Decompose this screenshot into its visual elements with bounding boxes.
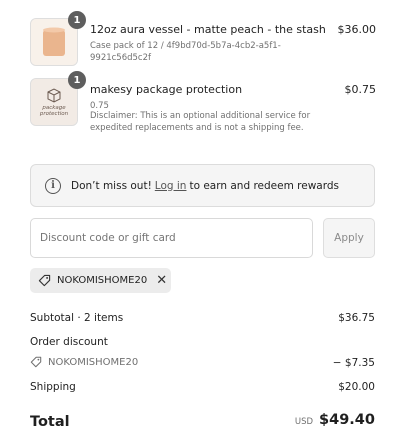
item-name: 12oz aura vessel - matte peach - the sta… [90, 23, 326, 36]
shipping-row: Shipping $20.00 [30, 381, 375, 393]
currency-code: USD [294, 417, 314, 427]
rewards-banner: i Don’t miss out! Log in to earn and red… [30, 164, 375, 207]
total-label: Total [30, 414, 70, 430]
info-icon: i [45, 177, 61, 194]
subtotal-value: $36.75 [338, 312, 375, 324]
shipping-label: Shipping [30, 381, 76, 393]
quantity-badge: 1 [68, 11, 86, 29]
quantity-badge: 1 [68, 71, 86, 89]
order-discount-label: Order discount [30, 336, 108, 348]
item-disclaimer: Disclaimer: This is an optional addition… [90, 111, 311, 133]
discount-code-label: NOKOMISHOME20 [48, 356, 139, 368]
line-item: package protection 1 makesy package prot… [30, 71, 378, 138]
discount-code-input[interactable] [30, 218, 313, 258]
remove-discount-icon[interactable]: ✕ [156, 273, 167, 288]
applied-code-label: NOKOMISHOME20 [57, 275, 148, 286]
apply-button[interactable]: Apply [323, 218, 375, 258]
login-link[interactable]: Log in [155, 180, 187, 192]
tag-icon [30, 356, 42, 368]
line-item: 1 12oz aura vessel - matte peach - the s… [30, 11, 378, 70]
tag-icon [38, 274, 51, 287]
item-name: makesy package protection [90, 83, 243, 96]
item-price: $0.75 [344, 83, 377, 96]
discount-code-line: NOKOMISHOME20 [30, 356, 138, 368]
thumbnail-caption: package protection [39, 105, 69, 117]
total-amount: USD $49.40 [295, 412, 375, 428]
rewards-suffix: to earn and redeem rewards [189, 179, 339, 192]
order-discount-row: Order discount [30, 336, 375, 348]
total-value: $49.40 [319, 412, 375, 428]
item-price: $36.00 [337, 23, 377, 36]
discount-value: − $7.35 [332, 357, 375, 369]
applied-discount-tag: NOKOMISHOME20 ✕ [30, 268, 171, 293]
subtotal-label: Subtotal · 2 items [30, 312, 124, 324]
rewards-prefix: Don’t miss out! [71, 179, 152, 192]
item-variant: Case pack of 12 / 4f9bd70d-5b7a-4cb2-a5f… [90, 41, 281, 63]
subtotal-row: Subtotal · 2 items $36.75 [30, 312, 375, 324]
shipping-value: $20.00 [338, 381, 375, 393]
